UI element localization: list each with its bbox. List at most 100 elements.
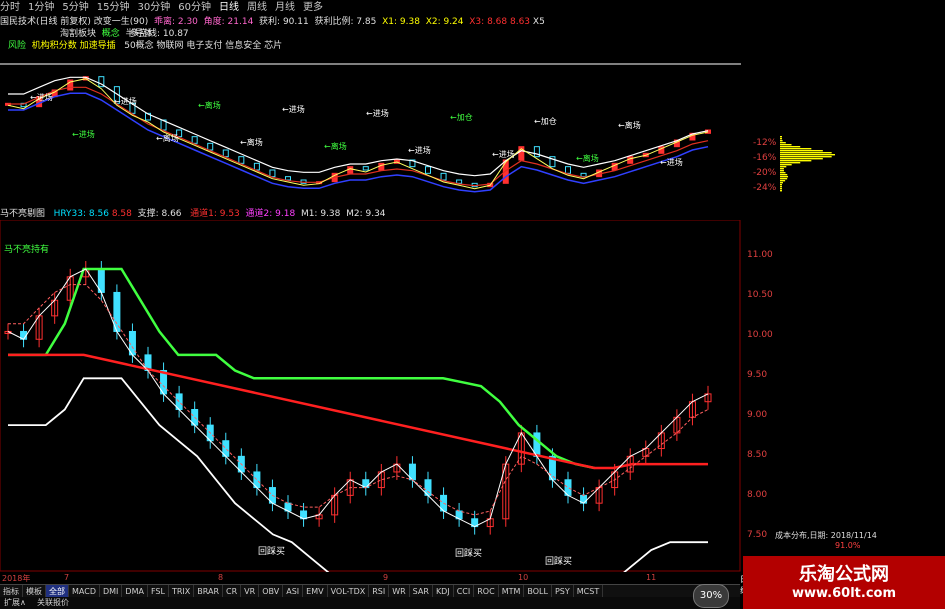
expand-button[interactable]: 扩展∧ — [0, 597, 30, 609]
support-value: 支撑: 8.66 — [137, 209, 182, 219]
progress-badge: 30% — [693, 584, 729, 608]
red-trail-line — [8, 353, 708, 470]
histogram-bar — [780, 140, 783, 142]
period-tab[interactable]: 月线 — [275, 0, 295, 16]
upper-axis-label: -12% — [753, 138, 777, 148]
indicator-info-bar: 国民技术(日线 前复权) 改变一生(90) 乖离: 2.30 角度: 21.14… — [0, 16, 740, 28]
hry-value: HRY33: 8.56 — [53, 209, 109, 219]
dashed-ma-line — [8, 284, 709, 516]
lower-indicator-title[interactable]: 马不亮剔图 — [0, 209, 45, 219]
histogram-bar — [780, 186, 782, 188]
period-tab[interactable]: 60分钟 — [178, 0, 211, 16]
concept-info-bar: 淘割板块 概念 半导体 多空线: 10.87 — [60, 28, 360, 40]
upper-candle — [253, 162, 260, 171]
period-tab[interactable]: 30分钟 — [137, 0, 170, 16]
period-tab[interactable]: 周线 — [247, 0, 267, 16]
signal-annotation: ←进场 — [30, 93, 53, 102]
buy-label-3: 回踩买 — [545, 556, 572, 567]
white-support-line — [8, 377, 708, 572]
cost-distribution-percent: 91.0% — [835, 541, 861, 550]
histogram-bar — [780, 180, 786, 182]
concept-label: 概念 — [101, 29, 120, 39]
upper-candle — [627, 156, 634, 164]
signal-annotation: ←进场 — [366, 109, 389, 118]
m1-value: M1: 9.38 — [300, 209, 341, 219]
price-axis-label: 7.50 — [747, 530, 768, 540]
channel2-value: 通道2: 9.18 — [245, 209, 296, 219]
x1-value: X1: 9.38 — [382, 17, 420, 27]
histogram-bar — [780, 164, 792, 166]
histogram-bar — [780, 152, 832, 154]
histogram-bar — [780, 176, 789, 178]
watermark-url: www.60lt.com — [791, 586, 897, 601]
upper-axis: -12% -16% -20% -24% — [741, 138, 781, 198]
red-value: 8.58 — [111, 209, 132, 219]
histogram-bars — [780, 136, 835, 192]
cost-distribution-info: 成本分布,日期: 2018/11/14 91.0% — [775, 530, 945, 550]
date-axis-label: 9 — [383, 573, 389, 582]
lower-panel-border — [0, 220, 741, 572]
histogram-bar — [780, 150, 823, 152]
hold-label: 马不亮持有 — [4, 243, 49, 255]
date-axis-label: 2018年 — [2, 574, 31, 583]
histogram-bar — [780, 188, 782, 190]
upper-candle — [362, 166, 369, 171]
signal-annotation: ←进场 — [72, 130, 95, 139]
upper-candle — [378, 162, 385, 171]
related-quote-button[interactable]: 关联报价 — [33, 597, 73, 609]
x5-label: X5 — [532, 17, 545, 27]
upper-candle — [347, 166, 354, 174]
period-tab[interactable]: 5分钟 — [62, 0, 88, 16]
histogram-bar — [780, 158, 823, 160]
signal-annotation: ←离场 — [156, 133, 179, 143]
buy-label-2: 回踩买 — [455, 548, 482, 559]
signal-annotation: ←加仓 — [450, 112, 473, 122]
signal-annotation: ←进场 — [492, 150, 515, 159]
period-tab[interactable]: 日线 — [219, 0, 239, 16]
date-axis: 2018年 7 8 9 10 11 — [0, 573, 740, 584]
upper-kline-chart[interactable]: ←进场 ←进场 ←进场 ←离场 ←离场 ←离场 ←进场 ←离场 ←进场 ←进场 ←加仓 ←进场 ←加仓 ←… — [0, 50, 741, 205]
upper-candle — [238, 156, 245, 164]
histogram-bar — [780, 154, 835, 156]
lower-axis: 11.00 10.50 10.00 9.50 9.00 8.50 8.00 7.50 — [741, 220, 781, 572]
upper-candle — [191, 136, 198, 144]
upper-candle — [207, 142, 214, 151]
upper-candle — [580, 172, 587, 178]
upper-axis-label: -24% — [753, 183, 777, 193]
upper-candle — [222, 149, 229, 158]
price-axis-label: 8.00 — [747, 490, 768, 500]
period-tab[interactable]: 更多 — [303, 0, 323, 16]
cost-distribution-title: 成本分布,日期: 2018/11/14 — [775, 531, 877, 540]
m2-value: M2: 9.34 — [346, 209, 386, 219]
signal-annotation: ←离场 — [576, 153, 599, 163]
price-axis-label: 9.50 — [747, 370, 768, 380]
rise-value: 乖离: 2.30 — [153, 17, 198, 27]
stock-title[interactable]: 国民技术(日线 前复权) 改变一生(90) — [0, 17, 148, 27]
signal-annotation: ←进场 — [660, 158, 683, 167]
red-value-1: 8.68 — [487, 17, 508, 27]
upper-blue-ma — [8, 92, 709, 193]
histogram-bar — [780, 156, 832, 158]
period-tab[interactable]: 15分钟 — [97, 0, 130, 16]
histogram-bar — [780, 168, 784, 170]
histogram-bar — [780, 146, 801, 148]
white-ma-line — [7, 268, 709, 528]
date-axis-label: 10 — [518, 573, 529, 582]
red-value-2: 8.63 — [509, 17, 531, 27]
long-short-line-value: 多空线: 10.87 — [130, 29, 189, 39]
histogram-bar — [780, 174, 788, 176]
lower-kline-chart[interactable]: 马不亮持有 回踩买 回踩买 回踩买 — [0, 220, 741, 572]
price-axis-label: 8.50 — [747, 450, 768, 460]
upper-axis-label: -16% — [753, 153, 777, 163]
upper-axis-label: -20% — [753, 168, 777, 178]
upper-candle — [565, 166, 571, 174]
upper-candle — [285, 176, 291, 181]
period-tab[interactable]: 1分钟 — [28, 0, 54, 16]
histogram-bar — [780, 182, 783, 184]
signal-annotation: ←离场 — [324, 141, 347, 151]
period-tab[interactable]: 分时 — [0, 0, 20, 16]
signal-annotation: ←加仓 — [534, 116, 557, 126]
date-axis-label: 8 — [218, 573, 224, 582]
upper-candle — [269, 169, 276, 178]
price-axis-label: 10.50 — [747, 290, 773, 300]
